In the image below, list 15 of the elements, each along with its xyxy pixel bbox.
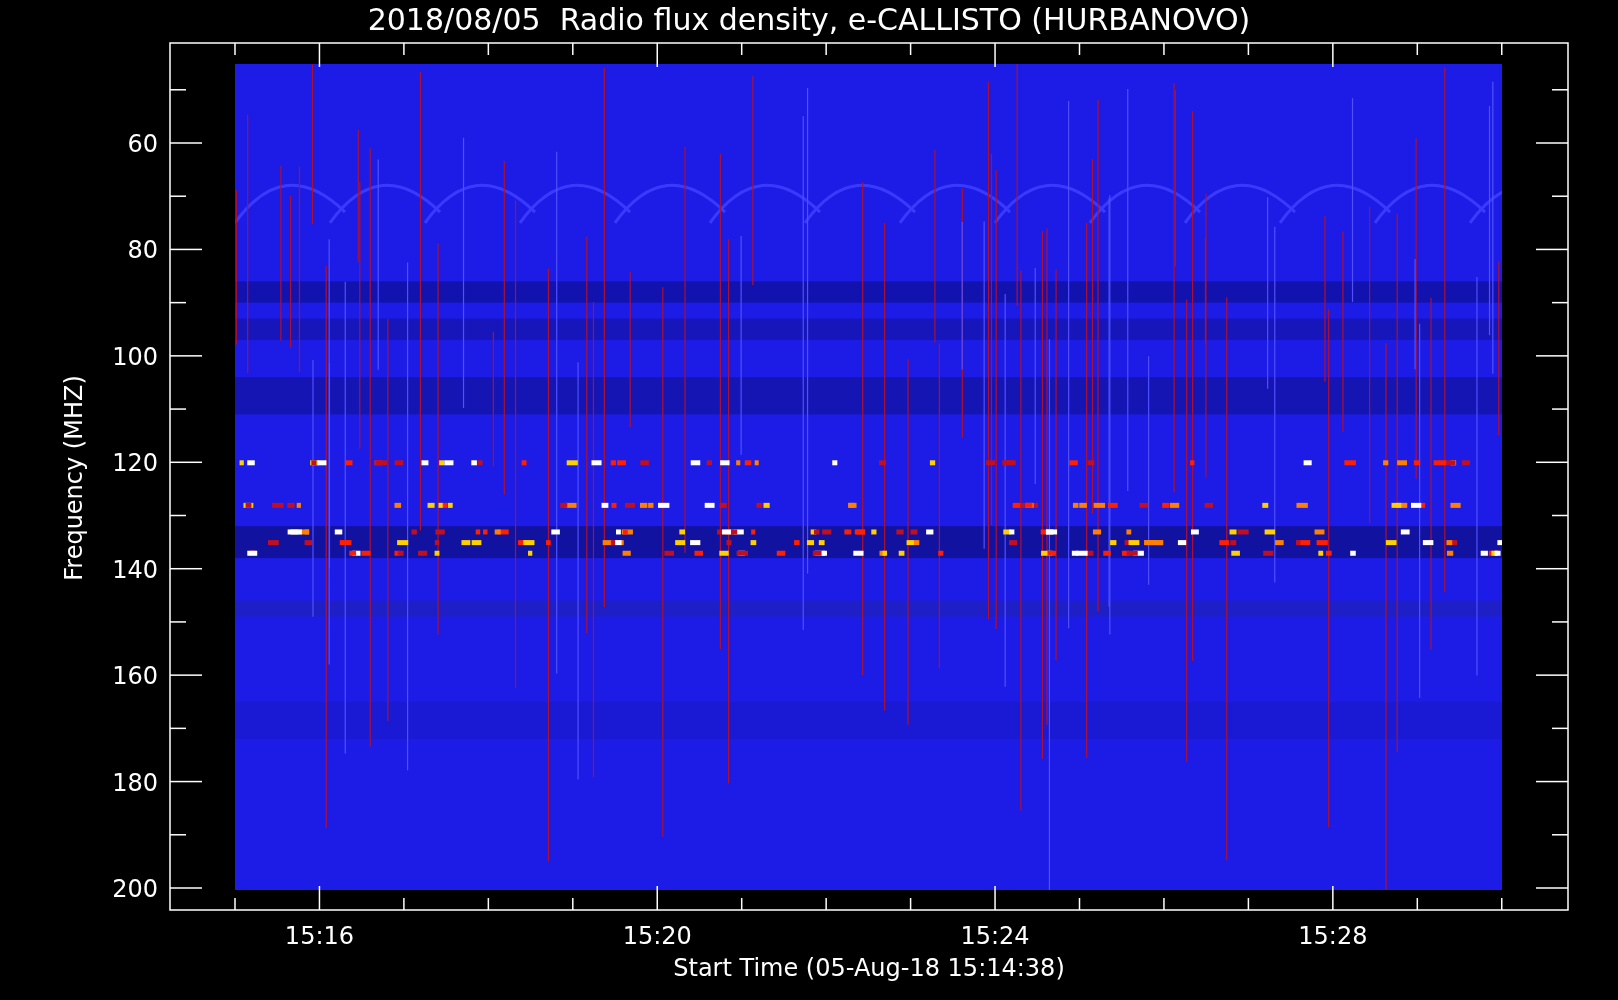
y-tick-label: 100 <box>112 342 158 371</box>
y-tick-label: 160 <box>112 662 158 691</box>
y-tick-label: 180 <box>112 768 158 797</box>
y-axis-label: Frequency (MHZ) <box>60 375 88 581</box>
y-tick-label: 120 <box>112 449 158 478</box>
x-tick-label: 15:20 <box>622 922 692 950</box>
chart-title: 2018/08/05 Radio flux density, e-CALLISTO (HURBANOVO) <box>367 2 1251 37</box>
x-tick-label: 15:16 <box>284 922 355 950</box>
y-tick-label: 60 <box>127 130 158 158</box>
y-tick-label: 140 <box>112 555 158 584</box>
x-tick-label: 15:28 <box>1298 922 1368 950</box>
x-axis-label: Start Time (05-Aug-18 15:14:38) <box>673 954 1065 982</box>
x-tick-label: 15:24 <box>960 922 1030 950</box>
y-tick-label: 80 <box>127 236 158 265</box>
y-tick-label: 200 <box>112 875 158 903</box>
